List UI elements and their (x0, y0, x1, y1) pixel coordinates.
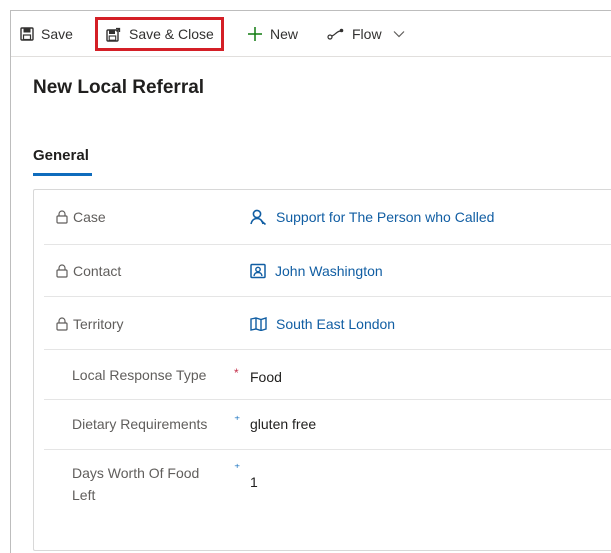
field-value-days-worth-of-food-left[interactable]: 1 (250, 474, 258, 490)
lock-icon (56, 264, 68, 278)
user-search-icon (250, 209, 267, 225)
field-value-local-response-type[interactable]: Food (250, 369, 282, 385)
save-icon (20, 26, 34, 41)
field-row-case: Case Support for The Person who Called (44, 190, 611, 245)
field-value-case-text: Support for The Person who Called (276, 209, 495, 225)
recommended-indicator: ⁺ (234, 413, 241, 427)
field-label-contact: Contact (56, 263, 121, 279)
field-label-days-worth-of-food-left: Days Worth Of Food Left (72, 462, 199, 506)
field-value-territory[interactable]: South East London (250, 316, 395, 332)
field-label-line-1: Days Worth Of Food (72, 465, 200, 481)
save-button[interactable]: Save (11, 11, 81, 56)
flow-button-label: Flow (352, 25, 382, 42)
field-value-case[interactable]: Support for The Person who Called (250, 209, 494, 225)
plus-icon (247, 26, 263, 42)
field-row-local-response-type: Local Response Type * Food (44, 350, 611, 400)
tab-active-indicator (33, 173, 92, 176)
lock-icon (56, 210, 68, 224)
field-label-dietary-requirements: Dietary Requirements (72, 416, 208, 432)
field-label-case-text: Case (73, 209, 106, 225)
recommended-indicator: ⁺ (234, 461, 241, 475)
flow-dropdown-button[interactable] (389, 11, 409, 56)
field-value-dietary-requirements[interactable]: gluten free (250, 416, 316, 432)
command-bar: Save Save & Close New Flow (11, 11, 611, 57)
field-label-line-2: Left (72, 487, 96, 503)
contact-card-icon (250, 263, 266, 279)
field-value-contact-text: John Washington (275, 263, 383, 279)
new-button-label: New (270, 25, 299, 42)
save-and-close-label: Save & Close (129, 26, 214, 42)
field-row-contact: Contact John Washington (44, 245, 611, 297)
page-title: New Local Referral (33, 77, 205, 98)
tab-general[interactable]: General (33, 147, 89, 164)
form-section-general: Case Support for The Person who Called C… (33, 189, 611, 551)
app-frame: Save Save & Close New Flow New Local Ref… (10, 10, 611, 553)
field-label-contact-text: Contact (73, 263, 122, 279)
chevron-down-icon (393, 30, 405, 38)
required-indicator: * (234, 366, 239, 380)
field-row-territory: Territory South East London (44, 297, 611, 350)
lock-icon (56, 317, 68, 331)
field-row-days-worth-of-food-left: Days Worth Of Food Left ⁺ 1 (44, 450, 611, 530)
field-value-contact[interactable]: John Washington (250, 263, 383, 279)
save-close-icon (106, 27, 122, 42)
field-label-territory-text: Territory (73, 316, 124, 332)
save-and-close-button[interactable]: Save & Close (95, 17, 224, 51)
save-button-label: Save (41, 25, 73, 42)
field-value-territory-text: South East London (276, 316, 396, 332)
flow-button[interactable]: Flow (319, 11, 390, 56)
flow-icon (327, 28, 345, 40)
field-label-case: Case (56, 209, 106, 225)
map-icon (250, 317, 267, 331)
field-row-dietary-requirements: Dietary Requirements ⁺ gluten free (44, 400, 611, 450)
new-button[interactable]: New (239, 11, 306, 56)
field-label-territory: Territory (56, 316, 124, 332)
field-label-local-response-type: Local Response Type (72, 367, 207, 383)
